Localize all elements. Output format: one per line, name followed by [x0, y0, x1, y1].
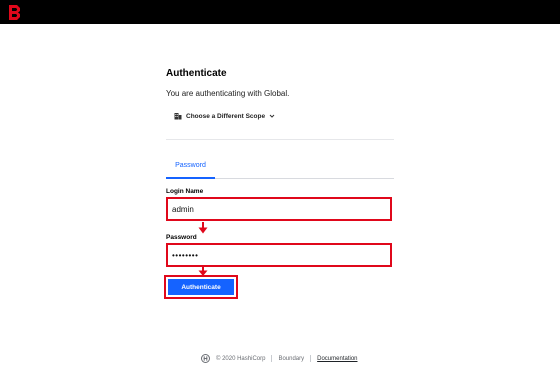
- documentation-link[interactable]: Documentation: [317, 356, 357, 362]
- building-icon: [174, 113, 182, 120]
- password-value: ••••••••: [172, 250, 199, 260]
- boundary-logo-icon[interactable]: [8, 4, 22, 20]
- divider: [166, 139, 394, 140]
- hashicorp-logo-icon: [201, 354, 210, 363]
- page-title: Authenticate: [166, 68, 227, 79]
- footer: © 2020 HashiCorp Boundary Documentation: [201, 354, 358, 363]
- top-bar: [0, 0, 560, 24]
- login-name-field[interactable]: admin: [166, 197, 392, 221]
- login-name-label: Login Name: [166, 188, 204, 195]
- login-name-value: admin: [172, 204, 194, 214]
- product-name: Boundary: [278, 355, 305, 362]
- footer-separator: [310, 355, 312, 362]
- tab-password[interactable]: Password: [166, 160, 215, 179]
- authenticate-button[interactable]: Authenticate: [168, 279, 234, 295]
- auth-method-tabs: Password: [166, 160, 394, 179]
- copyright-text: © 2020 HashiCorp: [216, 355, 266, 362]
- chevron-down-icon: [269, 114, 275, 118]
- auth-subtitle: You are authenticating with Global.: [166, 89, 290, 98]
- password-label: Password: [166, 234, 197, 241]
- choose-scope-dropdown[interactable]: Choose a Different Scope: [174, 111, 275, 121]
- annotation-arrow-down-icon: [198, 222, 208, 234]
- authenticate-button-highlight: Authenticate: [164, 275, 238, 299]
- password-field[interactable]: ••••••••: [166, 243, 392, 267]
- scope-label: Choose a Different Scope: [186, 112, 266, 120]
- footer-separator: [271, 355, 273, 362]
